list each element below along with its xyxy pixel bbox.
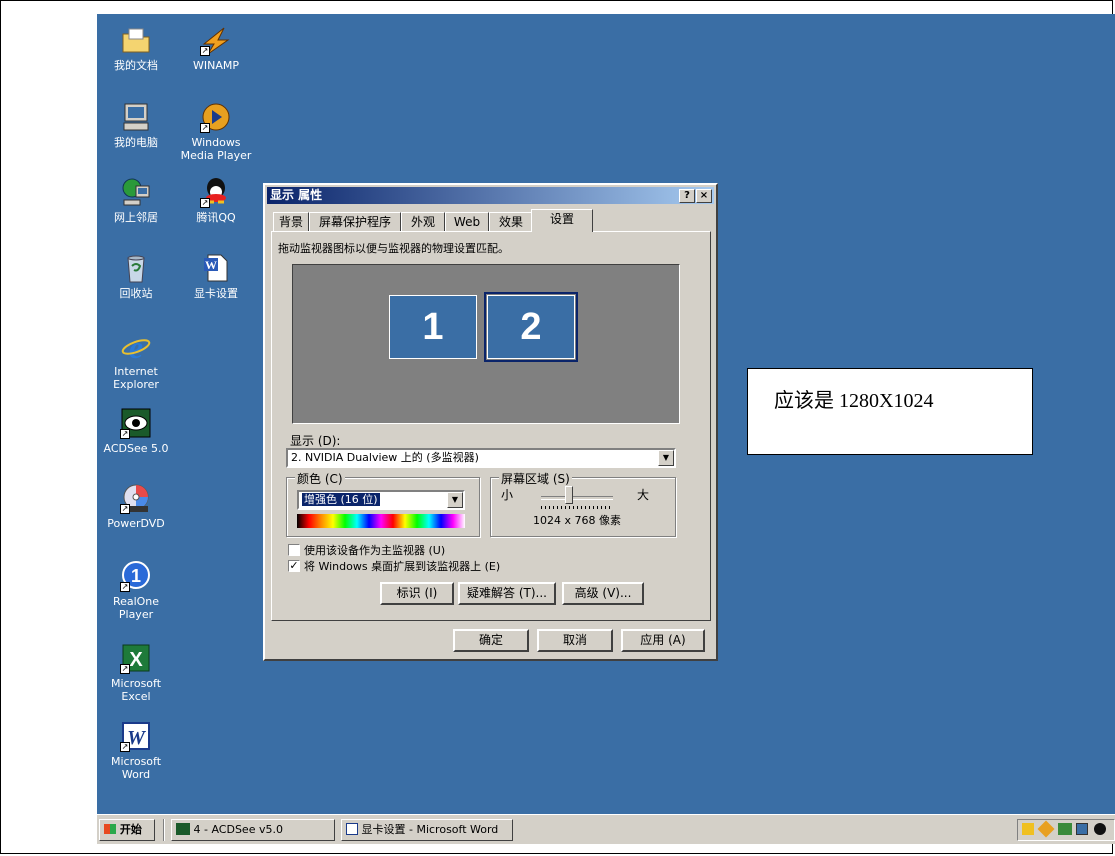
volume-icon[interactable] xyxy=(1022,823,1034,835)
acdsee-icon xyxy=(176,823,190,835)
display-select[interactable]: 2. NVIDIA Dualview 上的 (多监视器) ▼ xyxy=(286,448,676,468)
desktop-icon-my-computer[interactable]: 我的电脑 xyxy=(97,101,175,149)
extend-desktop-checkbox[interactable]: ✓ xyxy=(288,560,300,572)
task-word-label: 显卡设置 - Microsoft Word xyxy=(361,823,499,836)
color-group-title: 颜色 (C) xyxy=(295,470,345,487)
monitor-1[interactable]: 1 xyxy=(389,295,477,359)
excel-icon: X ↗ xyxy=(120,642,152,674)
slider-min-label: 小 xyxy=(501,488,514,502)
monitor-tray-icon[interactable] xyxy=(1076,823,1088,835)
powerdvd-icon: ↗ xyxy=(120,482,152,514)
tray-app-icon[interactable] xyxy=(1037,820,1055,838)
system-tray xyxy=(1017,819,1115,841)
color-spectrum-bar xyxy=(297,514,465,528)
settings-panel: 拖动监视器图标以便与监视器的物理设置匹配。 1 2 显示 (D): 2. NVI… xyxy=(271,231,711,621)
taskbar-separator xyxy=(163,819,165,841)
task-acdsee[interactable]: 4 - ACDSee v5.0 xyxy=(171,819,335,841)
svg-text:W: W xyxy=(205,258,217,272)
desktop-icon-excel[interactable]: X ↗ Microsoft Excel xyxy=(97,642,175,703)
word-document-icon: W xyxy=(200,252,232,284)
desktop-icon-recycle-bin[interactable]: 回收站 xyxy=(97,252,175,300)
word-icon: W ↗ xyxy=(120,720,152,752)
computer-icon xyxy=(120,101,152,133)
resolution-slider-thumb[interactable] xyxy=(565,486,573,504)
svg-text:e: e xyxy=(129,330,143,362)
screen-area-group: 屏幕区域 (S) 小 大 1024 x 768 像素 xyxy=(490,470,676,537)
start-button[interactable]: 开始 xyxy=(99,819,155,841)
primary-monitor-checkbox[interactable] xyxy=(288,544,300,556)
extend-desktop-label[interactable]: 将 Windows 桌面扩展到该监视器上 (E) xyxy=(304,558,500,574)
acdsee-icon: ↗ xyxy=(120,407,152,439)
desktop-icon-powerdvd[interactable]: ↗ PowerDVD xyxy=(97,482,175,530)
desktop-icon-network[interactable]: 网上邻居 xyxy=(97,176,175,224)
desktop-icon-winamp[interactable]: ↗ WINAMP xyxy=(177,24,255,72)
winamp-icon: ↗ xyxy=(200,24,232,56)
chevron-down-icon[interactable]: ▼ xyxy=(447,492,463,508)
dialog-title: 显示 属性 xyxy=(270,188,323,202)
close-button[interactable]: × xyxy=(696,189,712,203)
dialog-titlebar[interactable]: 显示 属性 ? × xyxy=(267,187,714,204)
color-group: 颜色 (C) 增强色 (16 位) ▼ xyxy=(286,470,480,537)
annotation-callout: 应该是 1280X1024 xyxy=(747,368,1033,455)
realone-icon: 1 ↗ xyxy=(120,560,152,592)
desktop-icon-word[interactable]: W ↗ Microsoft Word xyxy=(97,720,175,781)
ok-button[interactable]: 确定 xyxy=(453,629,529,652)
slider-ticks xyxy=(541,506,613,509)
task-acdsee-label: 4 - ACDSee v5.0 xyxy=(193,823,283,836)
desktop-icon-ie[interactable]: e Internet Explorer xyxy=(97,329,175,391)
screen-area-group-title: 屏幕区域 (S) xyxy=(499,470,572,487)
media-player-icon: ↗ xyxy=(200,101,232,133)
display-properties-dialog: 显示 属性 ? × 背景 屏幕保护程序 外观 Web 效果 设置 拖动监视器图标… xyxy=(263,183,718,661)
chevron-down-icon[interactable]: ▼ xyxy=(658,450,674,466)
desktop-icon-wmp[interactable]: ↗ Windows Media Player xyxy=(177,101,255,162)
instruction-text: 拖动监视器图标以便与监视器的物理设置匹配。 xyxy=(278,242,509,255)
identify-button[interactable]: 标识 (I) xyxy=(380,582,454,605)
color-select-value: 增强色 (16 位) xyxy=(302,493,380,506)
desktop-icon-my-documents[interactable]: 我的文档 xyxy=(97,24,175,72)
help-button[interactable]: ? xyxy=(679,189,695,203)
desktop-icon-qq[interactable]: ↗ 腾讯QQ xyxy=(177,176,255,224)
color-select[interactable]: 增强色 (16 位) ▼ xyxy=(297,490,465,510)
tab-web[interactable]: Web xyxy=(445,212,489,231)
monitor-2[interactable]: 2 xyxy=(484,292,578,362)
qq-tray-icon[interactable] xyxy=(1094,823,1106,835)
network-icon xyxy=(120,176,152,208)
cancel-button[interactable]: 取消 xyxy=(537,629,613,652)
svg-text:X: X xyxy=(129,649,143,671)
tab-background[interactable]: 背景 xyxy=(273,212,309,231)
resolution-slider-track[interactable] xyxy=(541,496,613,500)
monitor-arrangement-preview: 1 2 xyxy=(292,264,680,424)
task-word[interactable]: 显卡设置 - Microsoft Word xyxy=(341,819,513,841)
network-tray-icon[interactable] xyxy=(1058,823,1072,835)
qq-icon: ↗ xyxy=(200,176,232,208)
primary-monitor-label[interactable]: 使用该设备作为主监视器 (U) xyxy=(304,542,445,558)
folder-icon xyxy=(120,24,152,56)
desktop-icon-doc[interactable]: W 显卡设置 xyxy=(177,252,255,300)
resolution-value: 1024 x 768 像素 xyxy=(533,514,621,527)
troubleshoot-button[interactable]: 疑难解答 (T)... xyxy=(458,582,556,605)
windows-logo-icon xyxy=(104,824,116,834)
desktop-icon-realone[interactable]: 1 ↗ RealOne Player xyxy=(97,560,175,621)
display-select-value: 2. NVIDIA Dualview 上的 (多监视器) xyxy=(291,451,479,464)
tab-screensaver[interactable]: 屏幕保护程序 xyxy=(309,212,401,231)
tab-appearance[interactable]: 外观 xyxy=(401,212,445,231)
slider-max-label: 大 xyxy=(637,488,650,502)
start-label: 开始 xyxy=(119,823,142,836)
svg-text:1: 1 xyxy=(131,566,141,586)
desktop-icon-acdsee[interactable]: ↗ ACDSee 5.0 xyxy=(97,407,175,455)
tab-settings[interactable]: 设置 xyxy=(531,209,593,232)
recycle-bin-icon xyxy=(120,252,152,284)
display-label: 显示 (D): xyxy=(290,434,341,448)
advanced-button[interactable]: 高级 (V)... xyxy=(562,582,644,605)
tab-effects[interactable]: 效果 xyxy=(489,212,533,231)
apply-button[interactable]: 应用 (A) xyxy=(621,629,705,652)
word-document-icon xyxy=(346,823,358,835)
internet-explorer-icon: e xyxy=(120,329,152,365)
taskbar: 开始 4 - ACDSee v5.0 显卡设置 - Microsoft Word xyxy=(97,814,1115,844)
